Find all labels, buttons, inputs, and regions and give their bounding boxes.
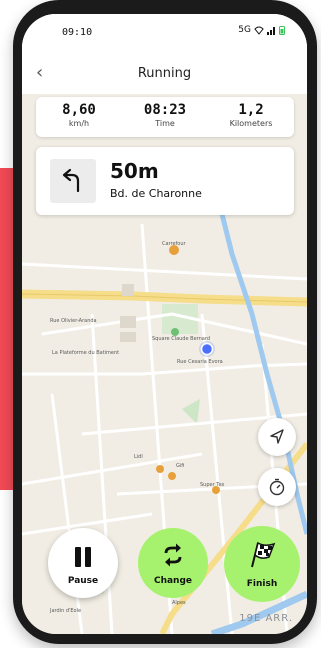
pause-icon: [75, 547, 91, 567]
phone-screen: Carrefour Rue Olivier-Aranda Square Clau…: [22, 14, 307, 634]
map-label-square: Square Claude Bernard: [152, 336, 210, 342]
direction-street: Bd. de Charonne: [110, 187, 202, 200]
map-label-lidl: Lidl: [134, 454, 143, 460]
map-label-jardin: Jardin d'Eole: [49, 608, 81, 614]
map-label-rue-cesaria: Rue Cesaria Evora: [177, 359, 223, 365]
stat-speed: 8,60 km/h: [36, 97, 122, 137]
page-title: Running: [137, 66, 192, 81]
pause-label: Pause: [67, 576, 99, 586]
map-label-alpes: Alpes: [172, 600, 186, 606]
poi-icon: [171, 328, 179, 336]
poi-icon: [156, 465, 164, 473]
finish-button[interactable]: Finish: [224, 526, 300, 602]
current-location-icon: [200, 342, 214, 356]
nav-bar: ‹ Running: [22, 54, 307, 94]
stat-speed-value: 8,60: [62, 102, 96, 118]
map-label-carrefour: Carrefour: [162, 241, 187, 247]
signal-icon: [267, 26, 275, 35]
turn-left-arrow-icon: [62, 168, 80, 193]
status-bar: 09:10 5G: [22, 14, 307, 54]
stat-speed-label: km/h: [68, 119, 90, 128]
stat-distance-value: 1,2: [238, 102, 264, 118]
stats-panel: 8,60 km/h 08:23 Time 1,2 Kilometers: [36, 97, 294, 137]
checkered-flag-icon: [251, 541, 276, 568]
map-label-arrondissement: 19E ARR.: [239, 613, 293, 624]
status-time: 09:10: [62, 27, 93, 38]
stat-distance: 1,2 Kilometers: [208, 97, 294, 137]
locate-button[interactable]: [258, 418, 296, 456]
map-label-gifi: Gifi: [176, 463, 184, 469]
timer-button[interactable]: [258, 468, 296, 506]
change-button[interactable]: Change: [138, 528, 208, 598]
finish-label: Finish: [246, 579, 278, 589]
stat-time-label: Time: [155, 119, 175, 128]
map-label-rue-olivier: Rue Olivier-Aranda: [50, 318, 97, 324]
stat-distance-label: Kilometers: [229, 119, 273, 128]
navigation-arrow-icon: [270, 429, 284, 444]
map-label-super-tex: Super Tex: [200, 482, 224, 488]
stat-time: 08:23 Time: [122, 97, 208, 137]
stopwatch-icon: [269, 478, 285, 496]
map-label-plateforme: La Plateforme du Batiment: [52, 350, 119, 356]
poi-icon: [168, 472, 176, 480]
direction-card: 50m Bd. de Charonne: [36, 147, 294, 215]
wifi-icon: [254, 26, 264, 35]
pause-button[interactable]: Pause: [48, 528, 118, 598]
battery-icon: [279, 26, 285, 35]
stat-time-value: 08:23: [143, 102, 187, 118]
direction-distance: 50m: [110, 159, 159, 183]
swap-arrows-icon: [164, 543, 182, 567]
turn-icon-box: [50, 159, 96, 203]
change-label: Change: [153, 576, 193, 586]
network-label: 5G: [238, 25, 251, 35]
